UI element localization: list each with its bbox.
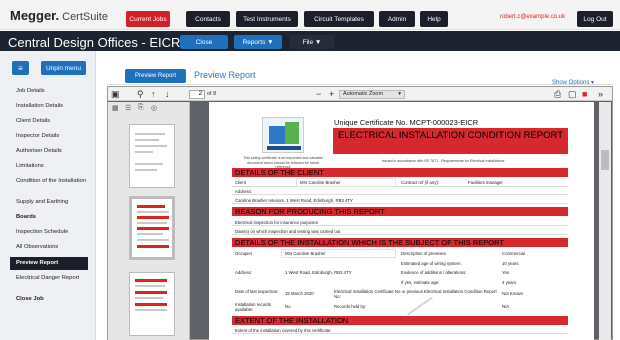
- estimate-value: 4 years: [502, 280, 517, 285]
- records-held-label: Records held by:: [334, 304, 367, 309]
- scrollbar-thumb[interactable]: [601, 150, 609, 170]
- print-icon[interactable]: ⎙: [554, 89, 561, 99]
- page-title: Central Design Offices - EICR: [8, 35, 181, 50]
- records-held-value: N/A: [502, 304, 510, 309]
- brand-name: Megger.: [10, 8, 60, 23]
- reports-dropdown[interactable]: Reports ▼: [234, 35, 282, 49]
- preview-report-button[interactable]: Preview Report: [125, 69, 186, 83]
- certificate-ref-label: Electrical Installation Certificate No o…: [334, 289, 497, 299]
- chevron-down-icon: ▾: [398, 91, 401, 97]
- sidebar-item-inspection-schedule[interactable]: Inspection Schedule: [16, 229, 92, 236]
- attachments-icon[interactable]: ⎘: [138, 104, 144, 112]
- client-address-value: Caroline Brasher Interiors, 1 West Road,…: [235, 198, 353, 203]
- zoom-value: Automatic Zoom: [343, 91, 384, 97]
- client-value: Mrs Caroline Brasher: [300, 180, 341, 185]
- zoom-in-button[interactable]: +: [329, 89, 334, 99]
- description-label: Description of premises: [401, 251, 446, 256]
- search-icon[interactable]: ⚲: [137, 89, 144, 99]
- nav-contacts[interactable]: Contacts: [186, 11, 230, 27]
- reason-text: Electrical inspection for insurance purp…: [235, 220, 318, 225]
- report-title: ELECTRICAL INSTALLATION CONDITION REPORT: [333, 128, 568, 154]
- page-thumbnail-1[interactable]: [129, 124, 175, 188]
- extent-text: Extent of the installation covered by th…: [235, 328, 332, 333]
- nav-current-jobs[interactable]: Current Jobs: [126, 11, 170, 27]
- sidebar-item-preview-report[interactable]: Preview Report: [10, 257, 88, 270]
- brand-logo: Megger. CertSuite: [10, 8, 108, 23]
- estimate-label: If yes, estimate age:: [401, 280, 440, 285]
- sidebar-item-boards[interactable]: Boards: [16, 214, 92, 221]
- certificate-number: Unique Certificate No. MCPT-000023-EICR: [334, 118, 479, 127]
- tab-divider: [107, 84, 613, 85]
- alterations-label: Evidence of additions / alterations:: [401, 270, 467, 275]
- sidebar-item-inspector-details[interactable]: Inspector Details: [16, 133, 92, 140]
- wiring-age-value: 10 years: [502, 261, 519, 266]
- dates-label: Date(s) on which inspection and testing …: [235, 229, 341, 234]
- records-value: No: [285, 304, 291, 309]
- occupier-label: Occupier: [235, 251, 253, 256]
- nav-admin[interactable]: Admin: [379, 11, 415, 27]
- page-number-input[interactable]: 2: [189, 90, 205, 99]
- section-installation-header: DETAILS OF THE INSTALLATION WHICH IS THE…: [232, 238, 568, 247]
- sidebar-item-condition[interactable]: Condition of the Installation: [16, 178, 92, 185]
- sidebar-item-supply-earthing[interactable]: Supply and Earthing: [16, 199, 92, 206]
- description-value: Commercial: [502, 251, 525, 256]
- section-reason-header: REASON FOR PRODUCING THIS REPORT: [232, 207, 568, 216]
- zoom-select[interactable]: Automatic Zoom ▾: [339, 90, 405, 99]
- menu-icon[interactable]: ≡: [12, 61, 29, 75]
- wiring-age-label: Estimated age of wiring system:: [401, 261, 462, 266]
- sidebar-item-electrical-danger[interactable]: Electrical Danger Report: [16, 275, 92, 282]
- user-email: robert.c@example.co.uk: [500, 14, 566, 20]
- occupier-value: Mrs Caroline Brasher: [285, 251, 326, 256]
- layers-icon[interactable]: ◎: [151, 104, 157, 112]
- outline-view-icon[interactable]: ☰: [125, 104, 131, 112]
- unpin-menu-button[interactable]: Unpin menu: [41, 61, 86, 75]
- last-inspection-value: 15 March 2020: [285, 291, 314, 296]
- install-address-value: 1 West Road, Edinburgh, RB3 4TY: [285, 270, 352, 275]
- sidebar-item-client-details[interactable]: Client Details: [16, 118, 92, 125]
- close-button[interactable]: Close: [180, 35, 228, 49]
- install-address-label: Address:: [235, 270, 252, 275]
- certification-logo: [262, 117, 304, 153]
- page-thumbnail-2[interactable]: [129, 196, 175, 260]
- sidebar-toggle-icon[interactable]: ▣: [111, 89, 120, 99]
- sidebar-item-all-observations[interactable]: All Observations: [16, 244, 92, 251]
- records-label: Installation records available:: [235, 302, 272, 312]
- sidebar-item-authoriser-details[interactable]: Authoriser Details: [16, 148, 92, 155]
- arrow-down-icon[interactable]: ↓: [165, 89, 170, 99]
- arrow-up-icon[interactable]: ↑: [151, 89, 156, 99]
- address-row: [232, 187, 568, 195]
- sidebar-item-close-job[interactable]: Close Job: [16, 296, 92, 303]
- page-thumbnail-3[interactable]: [129, 272, 175, 336]
- logout-button[interactable]: Log Out: [577, 11, 613, 27]
- nav-test-instruments[interactable]: Test Instruments: [236, 11, 298, 27]
- thumbnail-view-icon[interactable]: ▦: [112, 104, 119, 112]
- sidebar-item-limitations[interactable]: Limitations: [16, 163, 92, 170]
- issued-note: Issued in accordance with BS 7671 - Requ…: [382, 159, 505, 163]
- certificate-ref-value: Not Known: [502, 291, 524, 296]
- preview-report-tab[interactable]: Preview Report: [194, 70, 256, 80]
- download-icon[interactable]: ▢: [568, 89, 577, 99]
- bookmark-icon[interactable]: ■: [582, 89, 587, 99]
- tools-icon[interactable]: »: [598, 89, 603, 99]
- brand-suite: CertSuite: [62, 11, 108, 23]
- alterations-value: Yes: [502, 270, 510, 275]
- nav-circuit-templates[interactable]: Circuit Templates: [304, 11, 374, 27]
- sidebar-item-job-details[interactable]: Job Details: [16, 88, 92, 95]
- file-dropdown[interactable]: File ▼: [290, 35, 334, 49]
- page-count: of 8: [207, 91, 217, 97]
- nav-help[interactable]: Help: [420, 11, 448, 27]
- contract-label: Contract ref (if any):: [401, 180, 439, 185]
- contract-value: Facilities manager: [468, 180, 503, 185]
- scrollbar[interactable]: [599, 102, 611, 340]
- section-client-header: DETAILS OF THE CLIENT: [232, 168, 568, 177]
- client-address-label: Address:: [235, 189, 252, 194]
- last-inspection-label: Date of last inspection:: [235, 289, 279, 294]
- client-label: Client: [235, 180, 246, 185]
- sidebar-item-installation-details[interactable]: Installation Details: [16, 103, 92, 110]
- zoom-out-button[interactable]: −: [316, 89, 321, 99]
- section-extent-header: EXTENT OF THE INSTALLATION: [232, 316, 568, 325]
- client-row: [232, 178, 568, 187]
